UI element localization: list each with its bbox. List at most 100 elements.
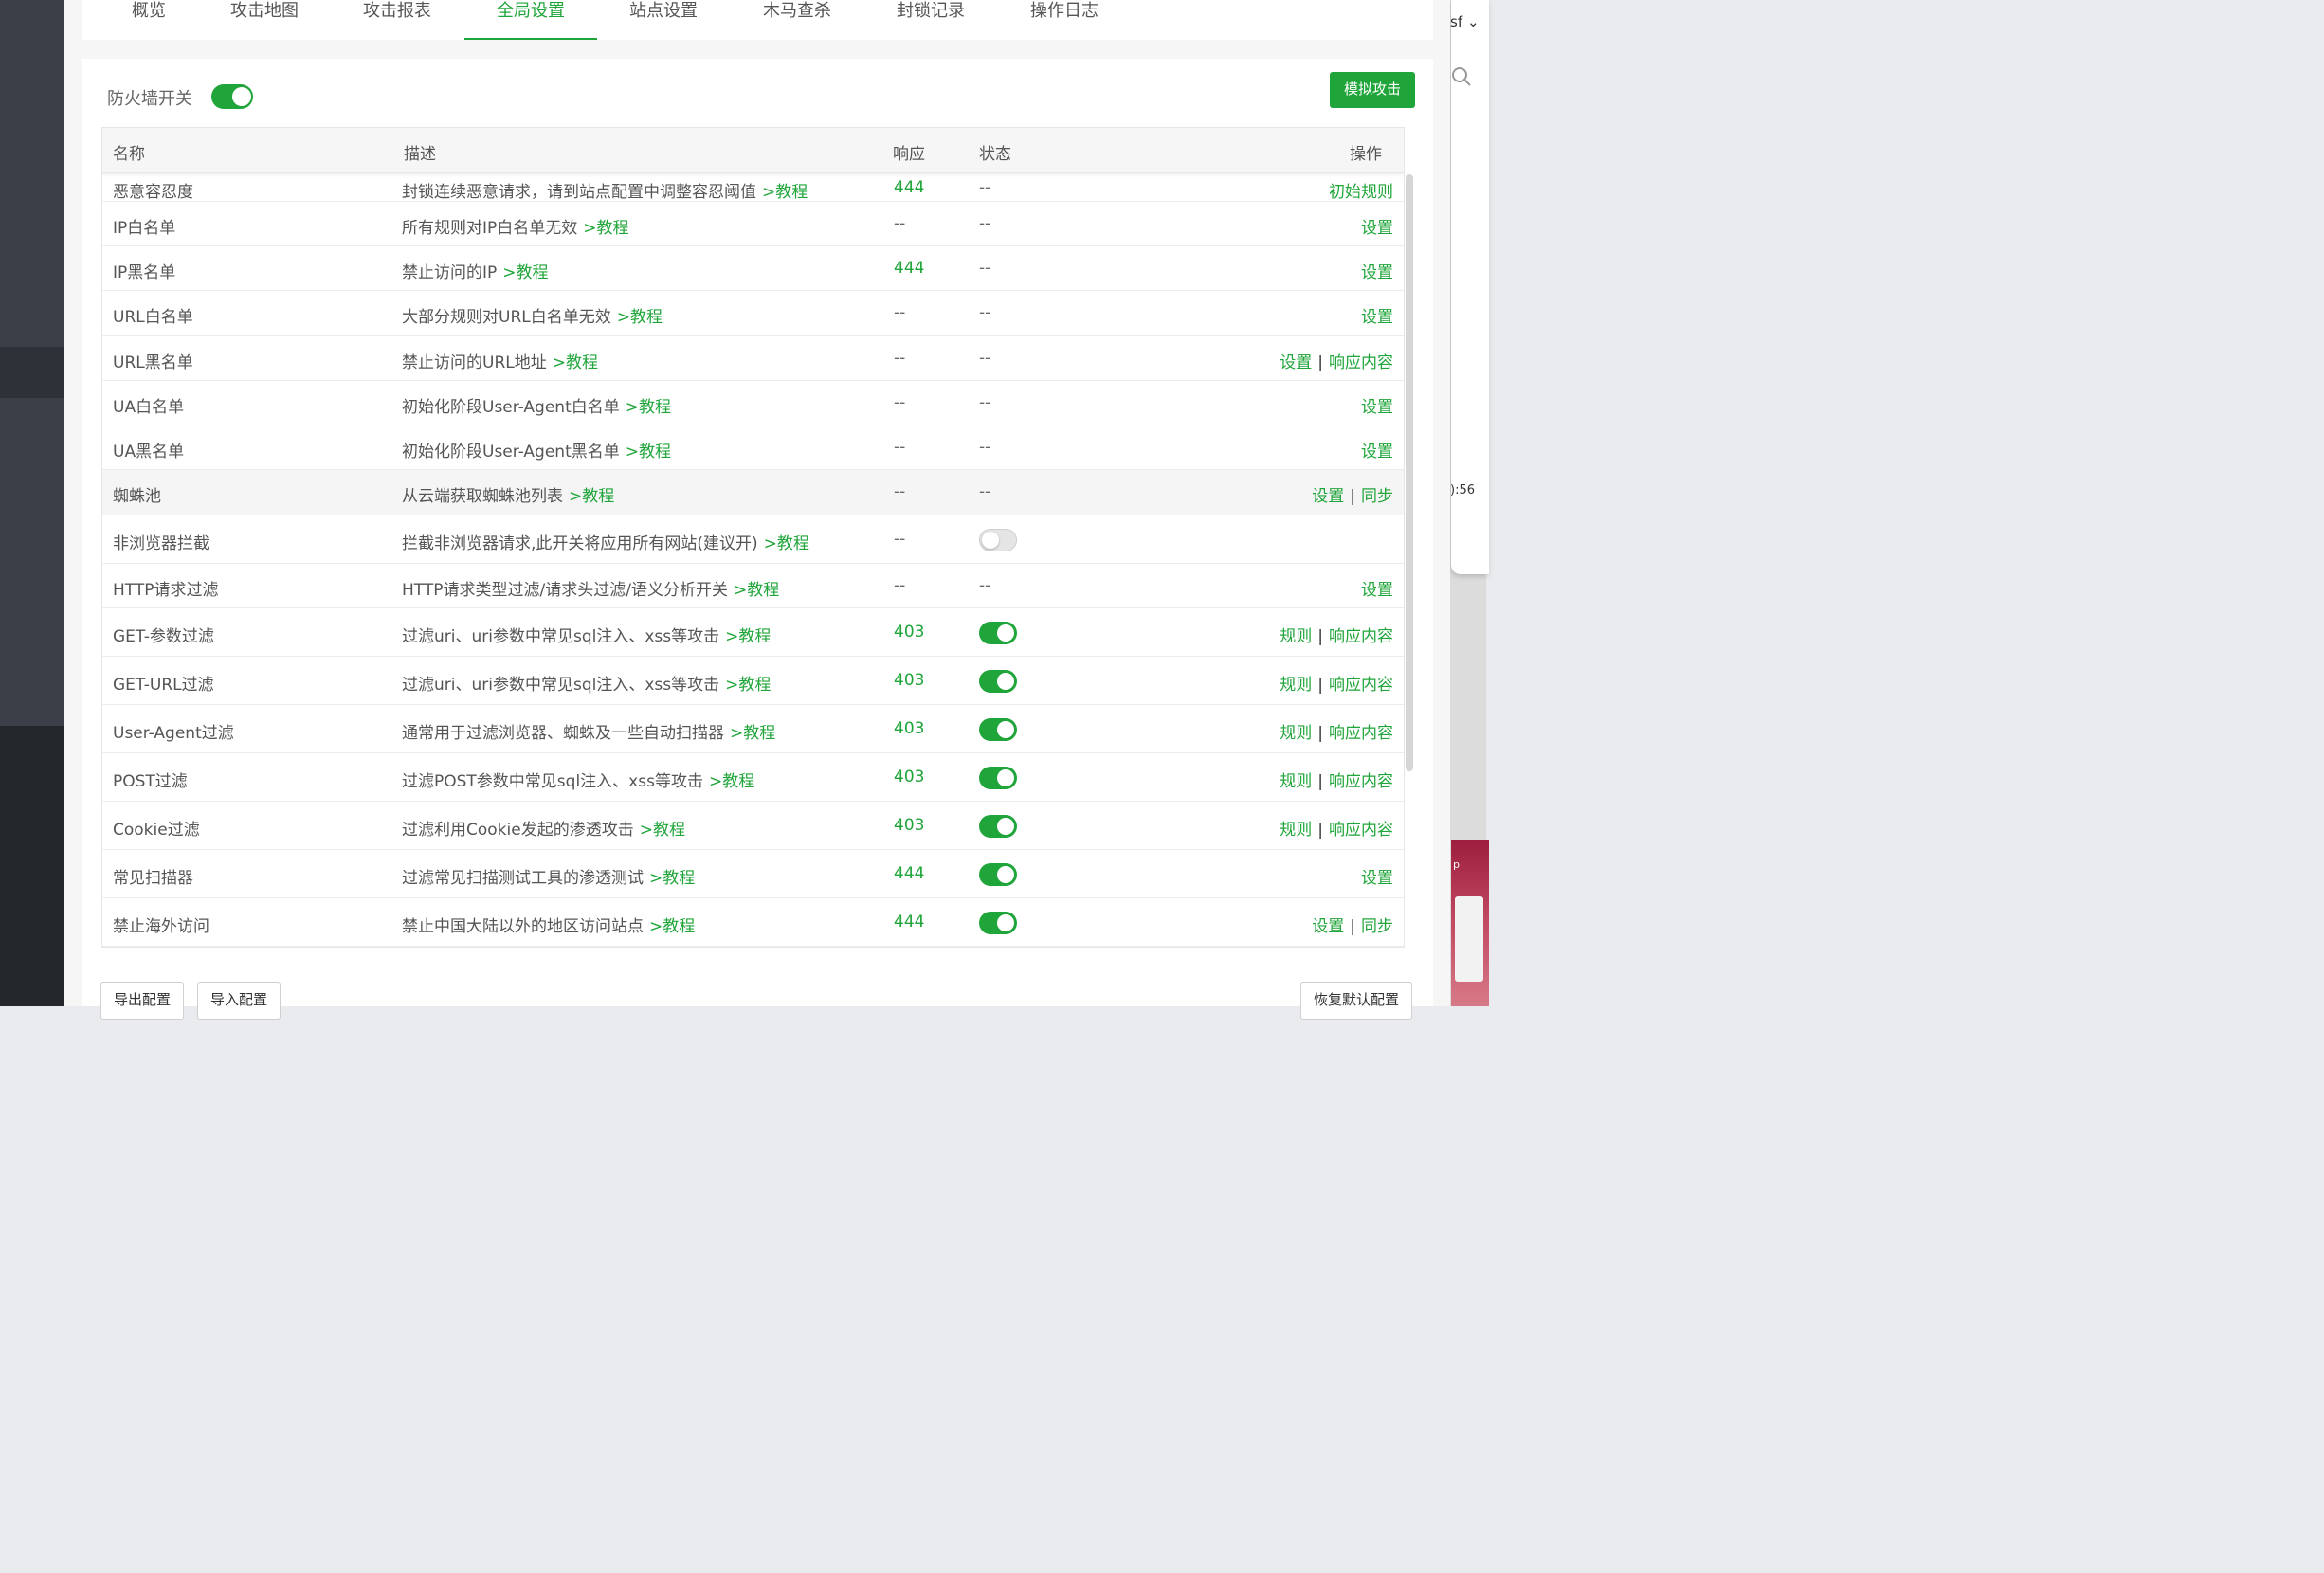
rule-op-link[interactable]: 同步 <box>1361 487 1393 506</box>
rule-op-link[interactable]: 设置 <box>1361 263 1393 282</box>
rule-op-link[interactable]: 响应内容 <box>1329 772 1393 791</box>
rule-op-link[interactable]: 设置 <box>1361 219 1393 238</box>
rule-operations: 规则 | 响应内容 <box>1280 816 1393 840</box>
rule-description-text: 通常用于过滤浏览器、蜘蛛及一些自动扫描器 <box>402 724 724 743</box>
tutorial-link[interactable]: >教程 <box>553 353 598 372</box>
simulate-attack-button[interactable]: 模拟攻击 <box>1330 72 1415 108</box>
table-scrollbar[interactable] <box>1406 174 1413 771</box>
rule-status-toggle[interactable] <box>979 670 1017 693</box>
tab-attack-report[interactable]: 攻击报表 <box>359 0 435 40</box>
rule-op-link[interactable]: 设置 <box>1361 869 1393 888</box>
tab-site-settings[interactable]: 站点设置 <box>626 0 701 40</box>
rule-description: 过滤uri、uri参数中常见sql注入、xss等攻击 >教程 <box>402 623 771 646</box>
rule-op-link[interactable]: 设置 <box>1280 353 1312 372</box>
rule-operations: 设置 <box>1361 393 1393 417</box>
tab-block-records[interactable]: 封锁记录 <box>893 0 969 40</box>
rule-description-text: 所有规则对IP白名单无效 <box>402 219 578 238</box>
rule-status-toggle[interactable] <box>979 815 1017 838</box>
rule-status-toggle[interactable] <box>979 912 1017 934</box>
rule-operations: 规则 | 响应内容 <box>1280 623 1393 646</box>
tutorial-link[interactable]: >教程 <box>502 263 548 282</box>
rule-op-link[interactable]: 响应内容 <box>1329 821 1393 840</box>
tutorial-link[interactable]: >教程 <box>626 443 671 461</box>
rule-description-text: 过滤uri、uri参数中常见sql注入、xss等攻击 <box>402 676 720 695</box>
rule-name: 常见扫描器 <box>113 869 193 888</box>
rule-name: POST过滤 <box>113 772 188 791</box>
rule-response-code: 403 <box>894 719 925 738</box>
tab-trojan-scan[interactable]: 木马查杀 <box>759 0 835 40</box>
rule-op-link[interactable]: 响应内容 <box>1329 676 1393 695</box>
rule-op-link[interactable]: 初始规则 <box>1329 183 1393 202</box>
rule-op-link[interactable]: 规则 <box>1280 821 1312 840</box>
rule-description-text: 禁止中国大陆以外的地区访问站点 <box>402 917 644 936</box>
rule-operations: 设置 <box>1361 438 1393 461</box>
rule-op-link[interactable]: 设置 <box>1312 917 1344 936</box>
tutorial-link[interactable]: >教程 <box>649 869 695 888</box>
rule-op-link[interactable]: 设置 <box>1312 487 1344 506</box>
rule-status: -- <box>979 576 991 595</box>
tutorial-link[interactable]: >教程 <box>725 627 771 646</box>
restore-default-button[interactable]: 恢复默认配置 <box>1300 982 1413 1020</box>
tab-attack-map[interactable]: 攻击地图 <box>227 0 302 40</box>
table-row: User-Agent过滤 通常用于过滤浏览器、蜘蛛及一些自动扫描器 >教程 403 规则… <box>102 705 1404 753</box>
export-config-button[interactable]: 导出配置 <box>100 982 185 1020</box>
rule-op-link[interactable]: 响应内容 <box>1329 724 1393 743</box>
firewall-toggle[interactable] <box>211 84 253 109</box>
rule-status-toggle[interactable] <box>979 622 1017 644</box>
tutorial-link[interactable]: >教程 <box>709 772 754 791</box>
rule-status: -- <box>979 393 991 412</box>
rule-op-link[interactable]: 设置 <box>1361 398 1393 417</box>
tutorial-link[interactable]: >教程 <box>569 487 614 506</box>
rule-op-link[interactable]: 响应内容 <box>1329 627 1393 646</box>
rule-op-link[interactable]: 规则 <box>1280 724 1312 743</box>
rule-status-toggle[interactable] <box>979 529 1017 551</box>
rule-status-toggle[interactable] <box>979 863 1017 886</box>
search-icon[interactable] <box>1448 64 1473 89</box>
table-row: GET-URL过滤 过滤uri、uri参数中常见sql注入、xss等攻击 >教程 40… <box>102 657 1404 705</box>
rule-description-text: 过滤利用Cookie发起的渗透攻击 <box>402 821 634 840</box>
ops-separator: | <box>1317 772 1323 791</box>
ops-separator: | <box>1317 724 1323 743</box>
tab-operation-log[interactable]: 操作日志 <box>1026 0 1102 40</box>
tutorial-link[interactable]: >教程 <box>734 581 779 600</box>
tutorial-link[interactable]: >教程 <box>762 183 808 202</box>
tab-global-settings[interactable]: 全局设置 <box>464 0 597 40</box>
rule-operations: 设置 | 同步 <box>1312 913 1393 936</box>
background-window-label: sf <box>1450 13 1463 30</box>
tutorial-link[interactable]: >教程 <box>617 308 663 327</box>
rule-response-code: 403 <box>894 816 925 835</box>
tutorial-link[interactable]: >教程 <box>649 917 695 936</box>
rule-response-code: 444 <box>894 864 925 883</box>
rule-op-link[interactable]: 设置 <box>1361 581 1393 600</box>
tutorial-link[interactable]: >教程 <box>764 534 809 553</box>
rule-op-link[interactable]: 同步 <box>1361 917 1393 936</box>
table-row: IP白名单 所有规则对IP白名单无效 >教程 -- -- 设置 <box>102 202 1404 246</box>
rule-response-code: 403 <box>894 768 925 786</box>
background-desktop-wallpaper: p <box>1451 840 1489 1006</box>
rule-description: 拦截非浏览器请求,此开关将应用所有网站(建议开) >教程 <box>402 530 809 553</box>
rule-op-link[interactable]: 规则 <box>1280 676 1312 695</box>
rule-op-link[interactable]: 响应内容 <box>1329 353 1393 372</box>
table-row: 非浏览器拦截 拦截非浏览器请求,此开关将应用所有网站(建议开) >教程 -- <box>102 515 1404 564</box>
table-row: GET-参数过滤 过滤uri、uri参数中常见sql注入、xss等攻击 >教程 403… <box>102 608 1404 657</box>
tutorial-link[interactable]: >教程 <box>640 821 685 840</box>
rule-description-text: 过滤常见扫描测试工具的渗透测试 <box>402 869 644 888</box>
rule-status: -- <box>979 482 991 501</box>
tab-overview[interactable]: 概览 <box>127 0 171 40</box>
tutorial-link[interactable]: >教程 <box>725 676 771 695</box>
tutorial-link[interactable]: >教程 <box>626 398 671 417</box>
rule-operations: 设置 | 响应内容 <box>1280 349 1393 372</box>
rule-status-toggle[interactable] <box>979 718 1017 741</box>
import-config-button[interactable]: 导入配置 <box>197 982 281 1020</box>
rule-status-toggle[interactable] <box>979 767 1017 789</box>
rule-description: 过滤常见扫描测试工具的渗透测试 >教程 <box>402 864 695 888</box>
tutorial-link[interactable]: >教程 <box>583 219 628 238</box>
rule-op-link[interactable]: 规则 <box>1280 627 1312 646</box>
tutorial-link[interactable]: >教程 <box>730 724 775 743</box>
ops-separator: | <box>1350 487 1355 506</box>
rule-op-link[interactable]: 设置 <box>1361 308 1393 327</box>
rule-op-link[interactable]: 设置 <box>1361 443 1393 461</box>
table-row: 禁止海外访问 禁止中国大陆以外的地区访问站点 >教程 444 设置 | 同步 <box>102 898 1404 947</box>
rule-op-link[interactable]: 规则 <box>1280 772 1312 791</box>
chevron-down-icon[interactable]: ⌄ <box>1467 13 1480 30</box>
